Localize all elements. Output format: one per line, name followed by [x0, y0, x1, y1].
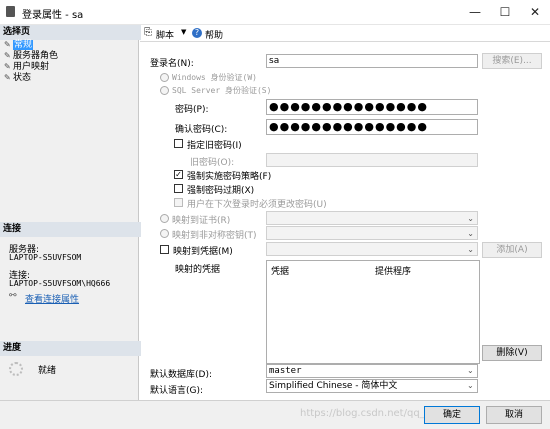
confirm-password-label: 确认密码(C):: [175, 125, 228, 135]
page-item-server-roles[interactable]: ✎ 服务器角色: [4, 50, 58, 61]
ok-button[interactable]: 确定: [424, 406, 480, 424]
title-bar: 登录属性 - sa — ☐ ✕: [0, 0, 550, 25]
map-asym-key-radio[interactable]: [160, 229, 169, 238]
page-item-user-mapping[interactable]: ✎ 用户映射: [4, 61, 49, 72]
chevron-down-icon: ⌄: [467, 229, 474, 238]
remove-credential-button[interactable]: 删除(V): [482, 345, 542, 361]
left-panel: 选择页 ✎ 常规 ✎ 服务器角色 ✎ 用户映射 ✎ 状态 连接 服务器: LAPTOP-…: [0, 25, 141, 400]
progress-spinner-icon: [9, 362, 23, 376]
chevron-down-icon: ⌄: [467, 366, 474, 375]
windows-auth-label: Windows 身份验证(W): [172, 73, 257, 82]
map-asym-key-label: 映射到非对称密钥(T): [172, 231, 257, 241]
window-icon: [6, 6, 15, 17]
toolbar: ⎘ 脚本 ▼ ? 帮助: [140, 25, 550, 42]
enforce-expiration-label: 强制密码过期(X): [187, 186, 255, 196]
maximize-button[interactable]: ☐: [490, 0, 520, 24]
view-connection-properties-link[interactable]: 查看连接属性: [25, 292, 79, 305]
must-change-checkbox[interactable]: [174, 198, 183, 207]
help-icon: ?: [192, 28, 202, 38]
connection-value: LAPTOP-S5UVFSOM\HQ666: [9, 279, 111, 288]
default-language-label: 默认语言(G):: [150, 386, 204, 396]
grid-header-provider[interactable]: 提供程序: [375, 264, 411, 277]
certificate-select[interactable]: ⌄: [266, 211, 478, 225]
default-language-select[interactable]: Simplified Chinese - 简体中文: [266, 379, 478, 393]
mapped-credentials-grid[interactable]: 凭据 提供程序: [266, 260, 480, 364]
wrench-icon: ✎: [4, 40, 11, 49]
specify-old-password-label: 指定旧密码(I): [187, 141, 242, 151]
page-item-general[interactable]: ✎ 常规: [4, 39, 34, 50]
enforce-policy-checkbox[interactable]: ✓: [174, 170, 183, 179]
map-credential-checkbox[interactable]: [160, 245, 169, 254]
enforce-policy-label: 强制实施密码策略(F): [187, 172, 272, 182]
credential-select[interactable]: ⌄: [266, 242, 478, 256]
close-button[interactable]: ✕: [520, 0, 550, 24]
search-button[interactable]: 搜索(E)...: [482, 53, 542, 69]
chevron-down-icon[interactable]: ▼: [181, 28, 186, 36]
wrench-icon: ✎: [4, 51, 11, 60]
login-name-label: 登录名(N):: [150, 59, 194, 69]
wrench-icon: ✎: [4, 73, 11, 82]
mapped-credentials-label: 映射的凭据: [175, 265, 221, 275]
bottom-bar: https://blog.csdn.net/qq_44974006 确定 取消: [0, 400, 550, 429]
map-certificate-radio[interactable]: [160, 214, 169, 223]
specify-old-password-checkbox[interactable]: [174, 139, 183, 148]
window-title: 登录属性 - sa: [22, 10, 84, 21]
cancel-button[interactable]: 取消: [486, 406, 542, 424]
chevron-down-icon: ⌄: [467, 214, 474, 223]
password-input[interactable]: ●●●●●●●●●●●●●●●: [266, 99, 478, 115]
sql-auth-label: SQL Server 身份验证(S): [172, 86, 272, 95]
old-password-input[interactable]: [266, 153, 478, 167]
sql-auth-radio[interactable]: [160, 86, 169, 95]
progress-status: 就绪: [38, 366, 57, 376]
windows-auth-radio[interactable]: [160, 73, 169, 82]
select-page-header: 选择页: [0, 25, 141, 40]
add-credential-button[interactable]: 添加(A): [482, 242, 542, 258]
server-value: LAPTOP-S5UVFSOM: [9, 253, 82, 262]
chevron-down-icon: ⌄: [467, 245, 474, 254]
script-icon: ⎘: [144, 27, 152, 38]
confirm-password-input[interactable]: ●●●●●●●●●●●●●●●: [266, 119, 478, 135]
enforce-expiration-checkbox[interactable]: [174, 184, 183, 193]
must-change-label: 用户在下次登录时必须更改密码(U): [187, 200, 327, 210]
connection-header: 连接: [0, 222, 141, 237]
map-credential-label: 映射到凭据(M): [173, 247, 233, 257]
help-button[interactable]: 帮助: [205, 28, 223, 41]
grid-header-credential[interactable]: 凭据: [271, 264, 289, 277]
page-item-status[interactable]: ✎ 状态: [4, 72, 31, 83]
progress-header: 进度: [0, 341, 141, 356]
default-database-label: 默认数据库(D):: [150, 370, 212, 380]
default-database-select[interactable]: master: [266, 364, 478, 378]
connection-props-icon: ⚯: [9, 291, 17, 301]
chevron-down-icon: ⌄: [467, 381, 474, 390]
login-name-input[interactable]: sa: [266, 54, 478, 68]
old-password-label: 旧密码(O):: [190, 158, 235, 168]
map-certificate-label: 映射到证书(R): [172, 216, 231, 226]
asym-key-select[interactable]: ⌄: [266, 226, 478, 240]
password-label: 密码(P):: [175, 105, 209, 115]
minimize-button[interactable]: —: [460, 0, 490, 24]
script-button[interactable]: 脚本: [156, 28, 174, 41]
wrench-icon: ✎: [4, 62, 11, 71]
